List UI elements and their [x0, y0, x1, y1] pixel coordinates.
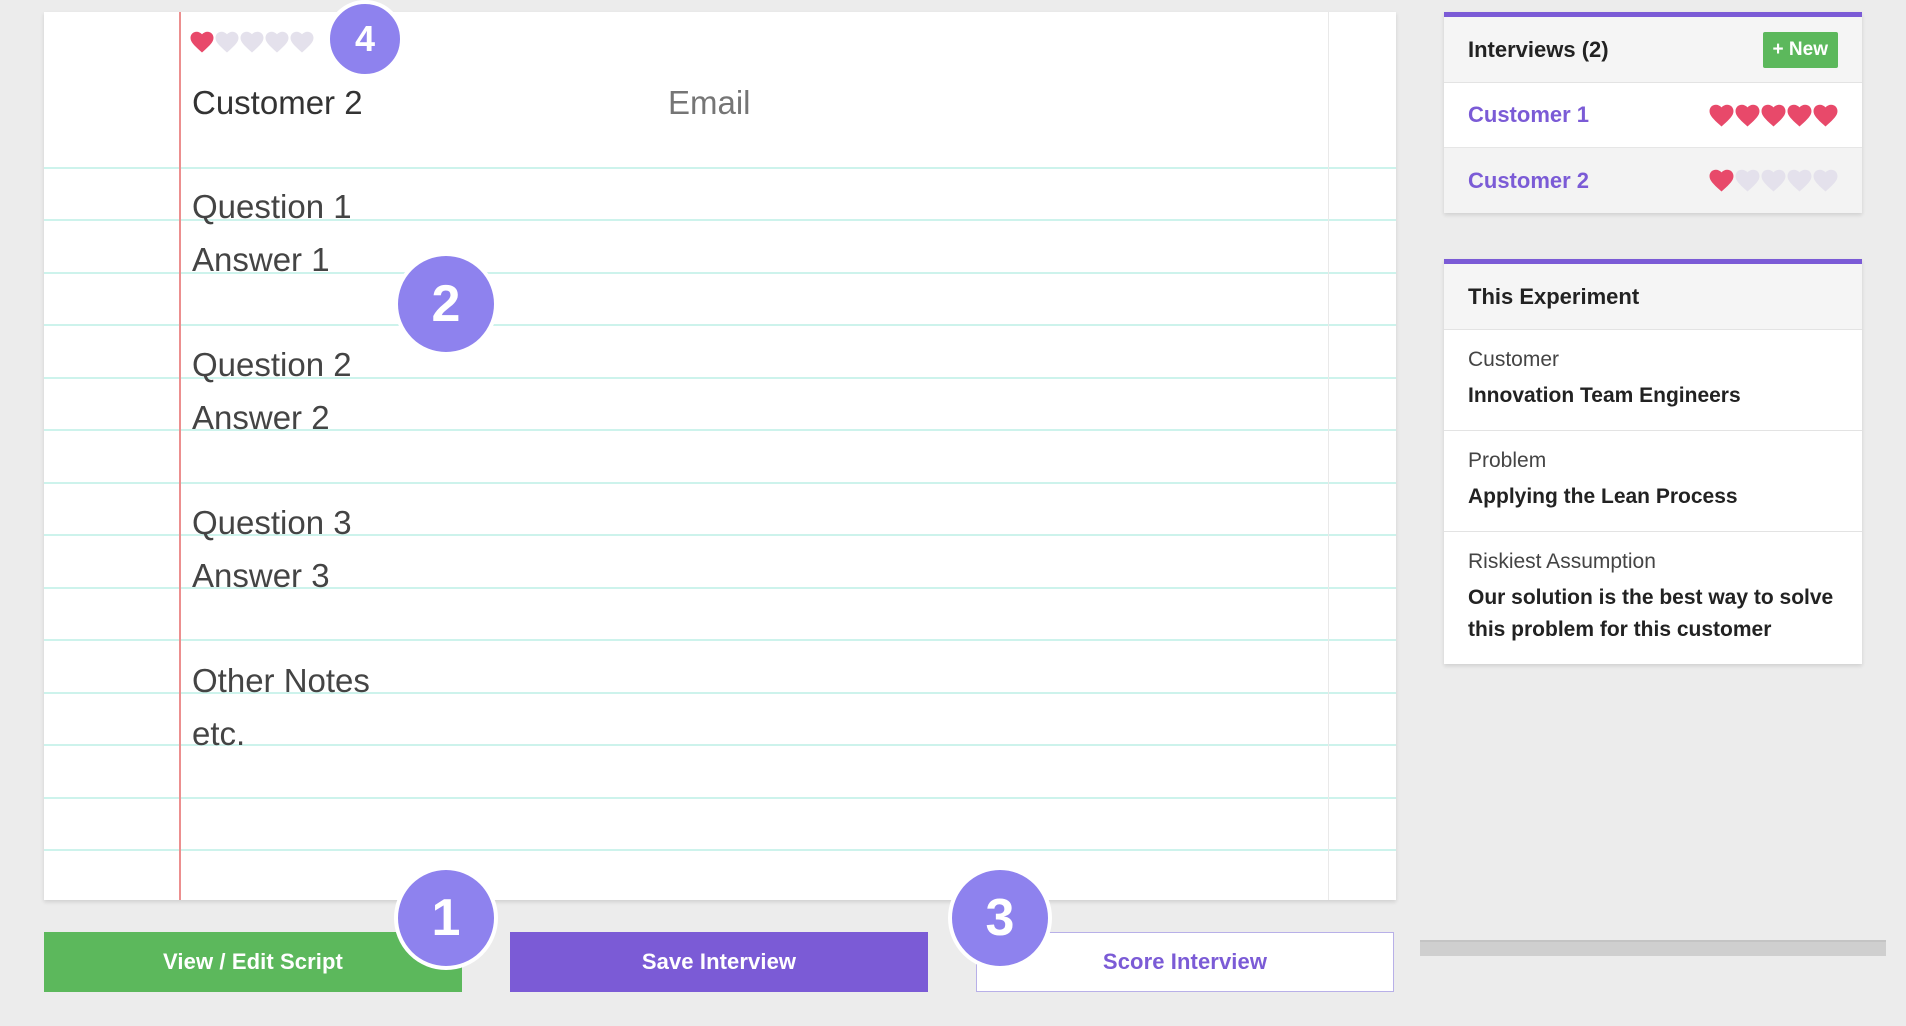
customer-name[interactable]: Customer 2	[192, 84, 363, 122]
heart-icon[interactable]	[190, 30, 214, 54]
callout-badge-4: 4	[326, 0, 404, 78]
experiment-field-problem: Problem Applying the Lean Process	[1444, 431, 1862, 532]
interview-item-label[interactable]: Customer 1	[1468, 102, 1589, 128]
heart-icon	[1761, 169, 1786, 192]
experiment-panel: This Experiment Customer Innovation Team…	[1444, 259, 1862, 664]
heart-icon	[1761, 104, 1786, 126]
heart-icon	[1709, 104, 1734, 126]
heart-icon	[1735, 104, 1760, 126]
paper-rule-line	[44, 797, 1396, 799]
heart-icon	[1787, 169, 1812, 192]
notes-etc[interactable]: etc.	[192, 715, 245, 753]
field-label: Problem	[1468, 449, 1547, 472]
heart-icon	[1735, 169, 1760, 192]
callout-badge-1: 1	[394, 866, 498, 970]
paper-rule-line	[44, 849, 1396, 851]
paper-rule-line	[44, 482, 1396, 484]
interview-notebook[interactable]: Customer 2 Question 1 Answer 1 Question …	[44, 12, 1396, 900]
interview-item-rating	[1709, 168, 1838, 193]
paper-rule-line	[44, 639, 1396, 641]
answer-1[interactable]: Answer 1	[192, 241, 330, 279]
answer-3[interactable]: Answer 3	[192, 557, 330, 595]
interview-rating[interactable]	[190, 30, 314, 54]
paper-rule-line	[44, 324, 1396, 326]
heart-icon[interactable]	[215, 30, 239, 54]
question-3[interactable]: Question 3	[192, 504, 352, 542]
save-interview-button[interactable]: Save Interview	[510, 932, 928, 992]
heart-icon[interactable]	[240, 30, 264, 54]
other-notes[interactable]: Other Notes	[192, 662, 370, 700]
experiment-panel-header: This Experiment	[1444, 264, 1862, 330]
interviews-panel: Interviews (2) + New Customer 1 Customer…	[1444, 12, 1862, 213]
heart-icon	[1813, 169, 1838, 192]
heart-icon[interactable]	[265, 30, 289, 54]
experiment-field-riskiest-assumption: Riskiest Assumption Our solution is the …	[1444, 532, 1862, 664]
callout-badge-3: 3	[948, 866, 1052, 970]
answer-2[interactable]: Answer 2	[192, 399, 330, 437]
heart-icon	[1813, 104, 1838, 126]
field-value: Our solution is the best way to solve th…	[1468, 586, 1834, 641]
interview-item-customer-1[interactable]: Customer 1	[1444, 83, 1862, 148]
paper-margin-line	[179, 12, 181, 900]
paper-rule-line	[44, 167, 1396, 169]
field-value: Applying the Lean Process	[1468, 485, 1738, 508]
paper-rule-line	[44, 744, 1396, 746]
experiment-title: This Experiment	[1468, 283, 1640, 309]
interview-item-customer-2[interactable]: Customer 2	[1444, 148, 1862, 213]
paper-right-line	[1328, 12, 1329, 900]
interviews-title: Interviews (2)	[1468, 36, 1609, 62]
experiment-field-customer: Customer Innovation Team Engineers	[1444, 330, 1862, 431]
field-label: Riskiest Assumption	[1468, 550, 1656, 573]
interview-item-label[interactable]: Customer 2	[1468, 168, 1589, 194]
heart-icon	[1709, 169, 1734, 192]
heart-icon[interactable]	[290, 30, 314, 54]
new-interview-button[interactable]: + New	[1762, 31, 1838, 68]
interview-item-rating	[1709, 103, 1838, 128]
email-input[interactable]	[668, 84, 1168, 122]
callout-badge-2: 2	[394, 252, 498, 356]
field-label: Customer	[1468, 348, 1560, 371]
question-1[interactable]: Question 1	[192, 188, 352, 226]
horizontal-scrollbar[interactable]	[1420, 940, 1886, 956]
question-2[interactable]: Question 2	[192, 346, 352, 384]
interviews-panel-header: Interviews (2) + New	[1444, 17, 1862, 83]
field-value: Innovation Team Engineers	[1468, 384, 1741, 407]
heart-icon	[1787, 104, 1812, 126]
